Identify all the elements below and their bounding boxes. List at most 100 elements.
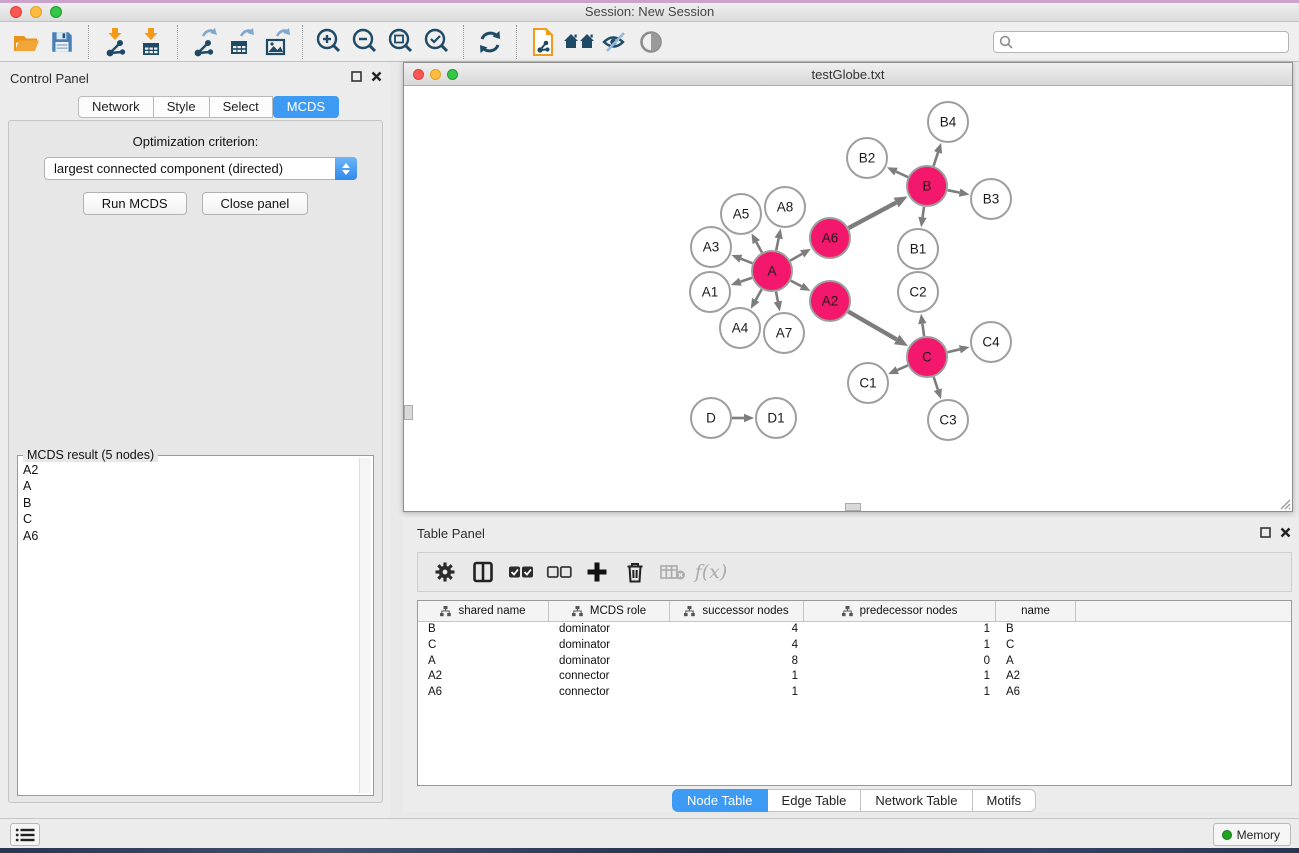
column-header-predecessor-nodes[interactable]: predecessor nodes: [804, 601, 996, 621]
export-table-button[interactable]: [222, 25, 258, 59]
table-row[interactable]: Bdominator41B: [418, 622, 1291, 638]
graph-edge-arrowhead: [775, 229, 783, 240]
network-window-titlebar[interactable]: testGlobe.txt: [404, 63, 1292, 86]
graph-edge-A-A4[interactable]: [756, 289, 762, 300]
tab-motifs[interactable]: Motifs: [973, 789, 1037, 812]
graph-edge-A6-B[interactable]: [849, 203, 897, 229]
tab-network-table[interactable]: Network Table: [861, 789, 972, 812]
left-grip-handle[interactable]: [404, 405, 413, 420]
tab-style[interactable]: Style: [154, 96, 210, 118]
network-canvas[interactable]: B4B2BB3A5A8A6A3B1AA1C2A2A4A7C4CC1DD1C3: [404, 86, 1292, 511]
close-panel-icon[interactable]: [1280, 527, 1291, 538]
graph-edge-C-C3[interactable]: [934, 377, 938, 390]
tab-node-table[interactable]: Node Table: [672, 789, 768, 812]
graph-edge-C-C4[interactable]: [947, 349, 959, 352]
float-panel-icon[interactable]: [351, 71, 362, 82]
float-panel-icon[interactable]: [1260, 527, 1271, 538]
show-columns-button[interactable]: [464, 555, 502, 589]
trash-icon: [623, 560, 647, 584]
graph-edge-C-C1[interactable]: [897, 365, 908, 370]
home-view-button[interactable]: [561, 25, 597, 59]
task-history-button[interactable]: [10, 823, 40, 846]
close-window-button[interactable]: [10, 6, 22, 18]
tab-network[interactable]: Network: [78, 96, 154, 118]
import-table-button[interactable]: [133, 25, 169, 59]
mcds-result-item[interactable]: B: [23, 495, 357, 511]
delete-table-button[interactable]: [654, 555, 692, 589]
graph-edge-B-B2[interactable]: [896, 172, 908, 178]
table-options-button[interactable]: [426, 555, 464, 589]
import-network-icon: [101, 27, 129, 57]
graph-edge-C-C2[interactable]: [922, 324, 924, 337]
tab-select[interactable]: Select: [210, 96, 273, 118]
graph-edge-A-A7[interactable]: [776, 292, 778, 302]
bottom-grip-handle[interactable]: [845, 503, 861, 511]
column-header-successor-nodes[interactable]: successor nodes: [670, 601, 804, 621]
minimize-window-button[interactable]: [30, 6, 42, 18]
export-image-button[interactable]: [258, 25, 294, 59]
graph-node-label-A2: A2: [822, 294, 839, 309]
table-row[interactable]: Adominator80A: [418, 654, 1291, 670]
network-close-button[interactable]: [413, 69, 424, 80]
network-view-window: testGlobe.txt B4B2BB3A5A8A6A3B1AA1C2A2A4…: [403, 62, 1293, 512]
graph-edge-A-A5[interactable]: [756, 242, 762, 252]
column-header-MCDS-role[interactable]: MCDS role: [549, 601, 670, 621]
graph-edge-A-A1[interactable]: [740, 278, 752, 282]
graph-node-label-A8: A8: [777, 200, 794, 215]
graph-edge-B-B1[interactable]: [923, 207, 925, 218]
graph-edge-A-A2[interactable]: [791, 281, 802, 287]
network-minimize-button[interactable]: [430, 69, 441, 80]
graph-edge-A2-C[interactable]: [848, 311, 897, 339]
graph-node-label-D1: D1: [767, 411, 784, 426]
zoom-selected-button[interactable]: [419, 25, 455, 59]
mcds-result-item[interactable]: A: [23, 478, 357, 494]
table-header-row: shared nameMCDS rolesuccessor nodesprede…: [418, 601, 1291, 622]
column-header-name[interactable]: name: [996, 601, 1076, 621]
graph-edge-A-A3[interactable]: [741, 259, 753, 264]
node-table: shared nameMCDS rolesuccessor nodesprede…: [417, 600, 1292, 786]
attribute-tree-icon: [684, 606, 695, 617]
tab-mcds[interactable]: MCDS: [273, 96, 339, 118]
mcds-result-item[interactable]: C: [23, 511, 357, 527]
table-row[interactable]: A2connector11A2: [418, 669, 1291, 685]
tab-edge-table[interactable]: Edge Table: [768, 789, 862, 812]
network-zoom-button[interactable]: [447, 69, 458, 80]
save-session-button[interactable]: [44, 25, 80, 59]
close-panel-button[interactable]: Close panel: [202, 192, 309, 215]
zoom-window-button[interactable]: [50, 6, 62, 18]
table-row[interactable]: A6connector11A6: [418, 685, 1291, 701]
network-from-document-button[interactable]: [525, 25, 561, 59]
close-panel-icon[interactable]: [371, 71, 382, 82]
graph-edge-A-A6[interactable]: [790, 254, 802, 261]
add-column-button[interactable]: [578, 555, 616, 589]
run-mcds-button[interactable]: Run MCDS: [83, 192, 187, 215]
graph-edge-A-A8[interactable]: [776, 238, 778, 250]
mcds-result-item[interactable]: A2: [23, 462, 357, 478]
zoom-fit-button[interactable]: [383, 25, 419, 59]
mcds-result-item[interactable]: A6: [23, 528, 357, 544]
memory-button[interactable]: Memory: [1213, 823, 1291, 846]
function-builder-button[interactable]: f(x): [692, 555, 730, 589]
birds-eye-view-button[interactable]: [633, 25, 669, 59]
hide-graphics-details-button[interactable]: [597, 25, 633, 59]
graph-edge-B-B3[interactable]: [948, 190, 960, 192]
refresh-button[interactable]: [472, 25, 508, 59]
table-cell: B: [996, 622, 1076, 638]
search-input[interactable]: [993, 31, 1289, 53]
result-scrollbar[interactable]: [359, 458, 371, 793]
select-all-columns-button[interactable]: [502, 555, 540, 589]
import-network-button[interactable]: [97, 25, 133, 59]
delete-columns-button[interactable]: [616, 555, 654, 589]
open-file-button[interactable]: [8, 25, 44, 59]
zoom-in-button[interactable]: [311, 25, 347, 59]
zoom-out-button[interactable]: [347, 25, 383, 59]
unselect-all-columns-button[interactable]: [540, 555, 578, 589]
graph-node-label-D: D: [706, 411, 716, 426]
table-cell: dominator: [549, 638, 670, 654]
graph-edge-B-B4[interactable]: [934, 152, 938, 166]
table-row[interactable]: Cdominator41C: [418, 638, 1291, 654]
criterion-select[interactable]: largest connected component (directed): [44, 157, 357, 180]
export-network-button[interactable]: [186, 25, 222, 59]
resize-grip-icon[interactable]: [1277, 496, 1291, 510]
column-header-shared-name[interactable]: shared name: [418, 601, 549, 621]
